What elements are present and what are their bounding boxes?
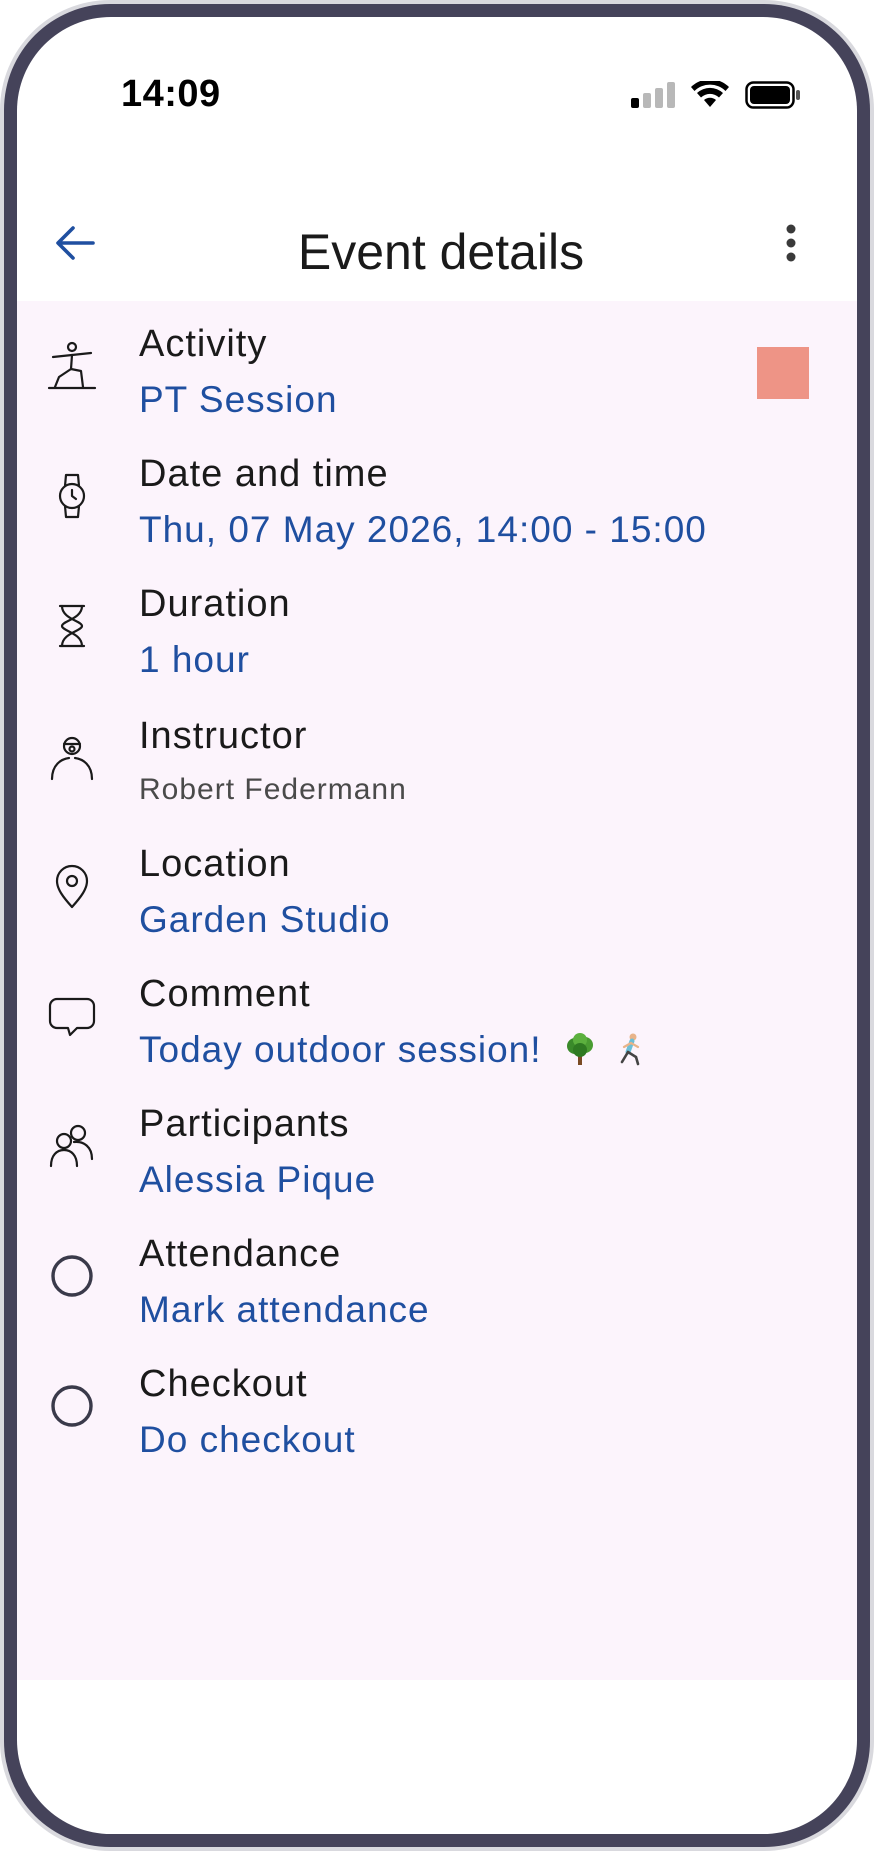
detail-label: Comment xyxy=(139,973,311,1015)
empty-circle-icon xyxy=(47,1381,97,1431)
detail-row-comment[interactable]: Comment Today outdoor session! xyxy=(17,951,857,1081)
device-frame: 14:09 Event details Activity PT Session … xyxy=(0,0,874,1851)
detail-value: PT Session xyxy=(139,379,338,420)
instructor-icon xyxy=(47,733,97,783)
page-title: Event details xyxy=(297,224,585,280)
detail-row-duration[interactable]: Duration 1 hour xyxy=(17,561,857,691)
detail-label: Date and time xyxy=(139,453,389,495)
status-bar: 14:09 xyxy=(17,17,857,137)
screen: 14:09 Event details Activity PT Session … xyxy=(17,17,857,1834)
detail-row-activity[interactable]: Activity PT Session xyxy=(17,301,857,431)
watch-icon xyxy=(47,471,97,521)
detail-row-checkout[interactable]: Checkout Do checkout xyxy=(17,1341,857,1471)
empty-circle-icon xyxy=(47,1251,97,1301)
yoga-pose-icon xyxy=(47,341,97,391)
comment-text: Today outdoor session! xyxy=(139,1029,542,1070)
status-time: 14:09 xyxy=(121,73,221,115)
detail-value: Garden Studio xyxy=(139,899,391,940)
detail-value: Thu, 07 May 2026, 14:00 - 15:00 xyxy=(139,509,707,550)
battery-icon xyxy=(745,81,801,109)
people-icon xyxy=(47,1121,97,1171)
detail-row-instructor[interactable]: Instructor Robert Federmann xyxy=(17,693,857,823)
do-checkout-link[interactable]: Do checkout xyxy=(139,1419,356,1461)
tree-emoji xyxy=(563,1032,597,1066)
detail-label: Activity xyxy=(139,323,268,365)
detail-row-date-time[interactable]: Date and time Thu, 07 May 2026, 14:00 - … xyxy=(17,431,857,561)
wifi-icon xyxy=(691,81,729,109)
event-details-list: Activity PT Session Date and time Thu, 0… xyxy=(17,301,857,1680)
detail-row-attendance[interactable]: Attendance Mark attendance xyxy=(17,1211,857,1341)
location-pin-icon xyxy=(47,861,97,911)
detail-label: Instructor xyxy=(139,715,308,757)
detail-value-container: Today outdoor session! xyxy=(139,1029,648,1071)
comment-bubble-icon xyxy=(47,991,97,1041)
detail-value: Alessia Pique xyxy=(139,1159,377,1200)
status-icons xyxy=(631,81,801,109)
detail-label: Participants xyxy=(139,1103,350,1145)
detail-label: Location xyxy=(139,843,291,885)
mark-attendance-link[interactable]: Mark attendance xyxy=(139,1289,430,1331)
detail-value: 1 hour xyxy=(139,639,250,680)
hourglass-icon xyxy=(47,601,97,651)
more-options-button[interactable] xyxy=(763,215,819,271)
detail-label: Duration xyxy=(139,583,291,625)
app-bar: Event details xyxy=(17,197,857,307)
cellular-signal-icon xyxy=(631,82,675,108)
detail-label: Attendance xyxy=(139,1233,342,1275)
activity-color-swatch xyxy=(757,347,809,399)
runner-emoji xyxy=(614,1032,648,1066)
more-vertical-icon xyxy=(785,223,797,263)
detail-row-participants[interactable]: Participants Alessia Pique xyxy=(17,1081,857,1211)
detail-row-location[interactable]: Location Garden Studio xyxy=(17,821,857,951)
detail-value: Robert Federmann xyxy=(139,773,407,806)
detail-label: Checkout xyxy=(139,1363,308,1405)
